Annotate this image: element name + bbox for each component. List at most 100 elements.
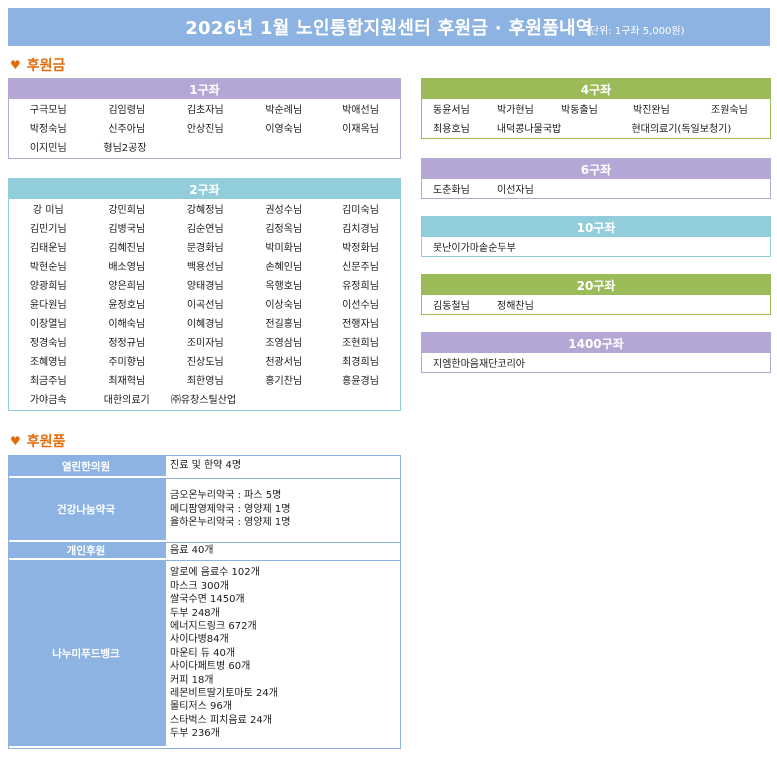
donor-name: 김정옥님	[265, 224, 303, 235]
donor-name: 내덕콩나물국밥	[496, 124, 562, 135]
gift-row: 건강나눔약국 금오온누리약국 : 파스 5명 메디팜영제약국 : 영양제 1명 율하온…	[9, 478, 400, 542]
gift-category: 개인후원	[9, 542, 165, 558]
donor-name: 정정규님	[108, 338, 146, 349]
donor-row: 조혜영님 주미향님 진상도님 천광서님 최경희님	[9, 351, 400, 370]
donor-name: 신주아님	[108, 124, 146, 135]
donor-name: 형님2공장	[103, 143, 147, 154]
donor-row: 김태운님 김혜진님 문경화님 박미화님 박정화님	[9, 237, 400, 256]
donor-name: 신문주님	[342, 262, 379, 273]
group-body: 구극모님 김임령님 김초자님 박순례님 박애선님 박정숙님 신주아님 안상진님 이영숙님 이재옥님…	[9, 99, 400, 156]
donor-name: 조원숙님	[711, 105, 748, 116]
donor-row: 김동철님 정해찬님	[422, 295, 770, 314]
donor-row: 이창열님 이해숙님 이혜경님 전길홍님 전행자님	[9, 313, 400, 332]
group-10-account: 10구좌 못난이가마솥순두부	[421, 216, 771, 257]
donor-name: 강민희님	[108, 205, 146, 216]
donor-name: 김민기님	[29, 224, 67, 235]
donor-name: 문경화님	[186, 243, 224, 254]
gift-item: 레몬비트딸기토마토 24개	[170, 688, 278, 700]
gift-item: 진료 및 한약 4명	[170, 460, 242, 472]
donor-name: 박가현님	[497, 105, 534, 116]
donor-name: 이창열님	[29, 319, 67, 330]
donor-row: 박현순님 배소영님 백용선님 손혜인님 신문주님	[9, 256, 400, 275]
group-2-account: 2구좌 강 미님 강민희님 강혜정님 권성수님 김미숙님 김민기님 김병국님 김순연님 김정옥님…	[8, 178, 401, 411]
donor-name: 진상도님	[186, 357, 224, 368]
donor-name: 양은희님	[108, 281, 146, 292]
donor-name: 전행자님	[342, 319, 379, 330]
gift-item: 두부 248개	[170, 607, 220, 619]
gift-item: 메디팜영제약국 : 영양제 1명	[170, 503, 291, 515]
group-header: 2구좌	[9, 179, 400, 199]
donor-row: 김민기님 김병국님 김순연님 김정옥님 김치경님	[9, 218, 400, 237]
donor-name: 이혜경님	[186, 319, 224, 330]
donor-name: 박애선님	[342, 105, 379, 116]
gift-items: 금오온누리약국 : 파스 5명 메디팜영제약국 : 영양제 1명율하온누리약국 :…	[165, 478, 400, 540]
gift-item: 음료 40개	[170, 544, 214, 556]
donor-name: 박현순님	[29, 262, 67, 273]
donor-name: 김초자님	[186, 105, 224, 116]
gift-item: 에너지드링크 672개	[170, 620, 257, 632]
gift-category: 열린한의원	[9, 456, 165, 476]
group-header: 20구좌	[422, 275, 770, 295]
group-body: 못난이가마솥순두부	[422, 237, 770, 256]
donor-row: 정경숙님 정정규님 조미자님 조영삼님 조현희님	[9, 332, 400, 351]
gift-item: 사이다병84개	[170, 634, 229, 646]
donor-name: 이선자님	[497, 185, 534, 196]
group-4-account: 4구좌 동윤서님 박가현님 박동출님 박진완님 조원숙님 최용호님 내덕콩나물국밥 현대의료기…	[421, 78, 771, 139]
donor-row: 이지민님 형님2공장	[9, 137, 400, 156]
gift-item: 쌀국수면 1450개	[170, 594, 245, 606]
heart-icon: ♥	[10, 434, 21, 448]
section-goods: ♥ 후원품	[10, 431, 65, 451]
section-donations-title: 후원금	[26, 58, 66, 74]
donor-name: 김동철님	[433, 301, 470, 312]
donor-name: 대한의료기	[103, 395, 150, 406]
group-header: 6구좌	[422, 159, 770, 179]
gift-row: 열린한의원 진료 및 한약 4명	[9, 456, 400, 478]
donor-name: 박정화님	[342, 243, 379, 254]
donor-name: 강 미님	[32, 205, 64, 216]
donor-name: 가야금속	[29, 395, 67, 406]
donor-name: 최한영님	[186, 376, 224, 387]
donor-name: 박동출님	[561, 105, 598, 116]
donor-name: 최용호님	[433, 124, 470, 135]
donor-row: 지엠한마음재단코리아	[422, 353, 770, 372]
donor-name: 현대의료기(독일보청기)	[631, 124, 732, 135]
gift-item: 금오온누리약국 : 파스 5명	[170, 490, 282, 502]
donor-name: 구극모님	[29, 105, 67, 116]
group-1400-account: 1400구좌 지엠한마음재단코리아	[421, 332, 771, 373]
donor-name: 최금주님	[29, 376, 67, 387]
donor-name: 김임령님	[108, 105, 146, 116]
donor-name: 조영삼님	[265, 338, 303, 349]
gift-item: 마운티 듀 40개	[170, 647, 236, 659]
group-body: 지엠한마음재단코리아	[422, 353, 770, 372]
unit-note: (단위: 1구좌 5,000원)	[586, 26, 685, 37]
donor-name: 정경숙님	[29, 338, 67, 349]
donor-row: 최금주님 최재혁님 최한영님 홍기찬님 홍윤경님	[9, 370, 400, 389]
donor-name: 조현희님	[342, 338, 379, 349]
gift-category: 건강나눔약국	[9, 478, 165, 540]
gift-items: 진료 및 한약 4명	[165, 456, 400, 476]
donor-name: 지엠한마음재단코리아	[433, 359, 525, 370]
group-body: 도춘화님 이선자님	[422, 179, 770, 198]
donor-name: 이상숙님	[265, 300, 303, 311]
page-title: 2026년 1월 노인통합지원센터 후원금 · 후원품내역	[185, 18, 593, 39]
title-banner: 2026년 1월 노인통합지원센터 후원금 · 후원품내역 (단위: 1구좌 5…	[8, 8, 770, 46]
group-body: 김동철님 정해찬님	[422, 295, 770, 314]
donor-name: 김혜진님	[108, 243, 146, 254]
donor-row: 못난이가마솥순두부	[422, 237, 770, 256]
donor-name: 박정숙님	[29, 124, 67, 135]
donor-name: 동윤서님	[433, 105, 470, 116]
donor-name: 도춘화님	[433, 185, 470, 196]
gift-item: 율하온누리약국 : 영양제 1명	[170, 517, 291, 529]
donor-name: 김병국님	[108, 224, 146, 235]
heart-icon: ♥	[10, 58, 21, 72]
group-body: 동윤서님 박가현님 박동출님 박진완님 조원숙님최용호님 내덕콩나물국밥 현대의료기(독일보…	[422, 99, 770, 137]
donor-name: 김태운님	[29, 243, 67, 254]
donor-name: 강혜정님	[186, 205, 224, 216]
donor-row: 동윤서님 박가현님 박동출님 박진완님 조원숙님	[422, 99, 770, 118]
group-header: 1구좌	[9, 79, 400, 99]
donor-name: 백용선님	[186, 262, 224, 273]
donor-name: ㈜유창스틸산업	[170, 395, 237, 406]
group-1-account: 1구좌 구극모님 김임령님 김초자님 박순례님 박애선님 박정숙님 신주아님 안상진님 이영숙님…	[8, 78, 401, 159]
donor-name: 전길홍님	[265, 319, 303, 330]
donor-name: 박진완님	[633, 105, 670, 116]
